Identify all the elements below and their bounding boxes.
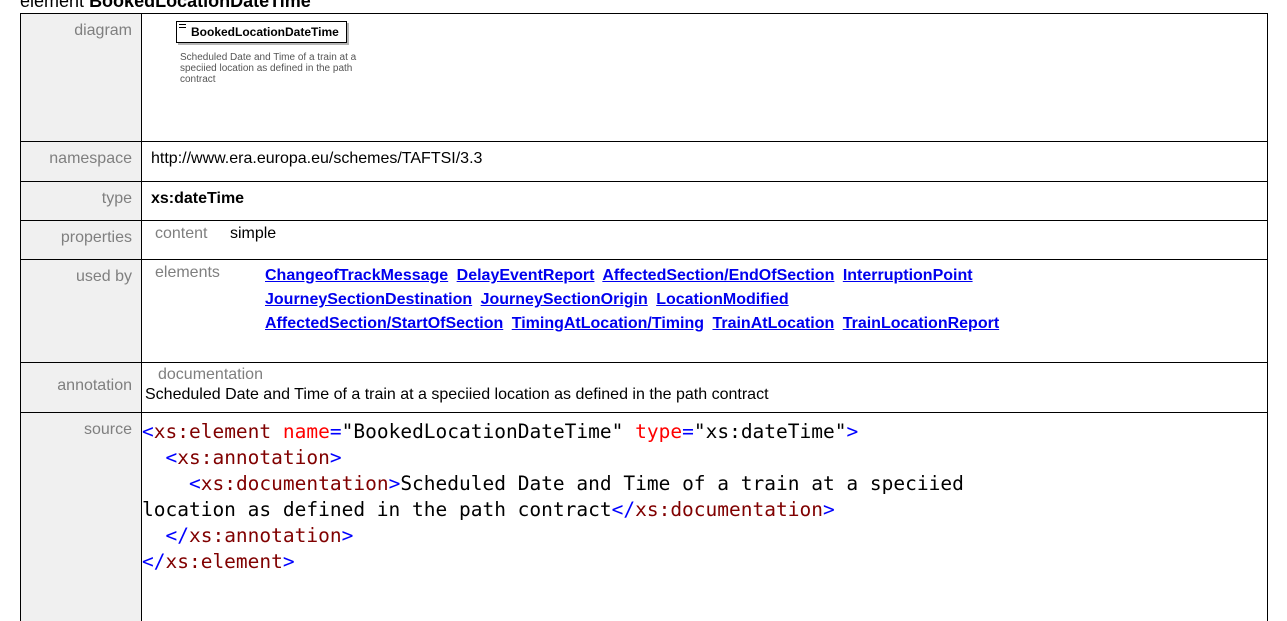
link-delayeventreport[interactable]: DelayEventReport: [457, 267, 595, 284]
annotation-row: annotation documentation Scheduled Date …: [21, 363, 1268, 413]
link-changeoftrackmessage[interactable]: ChangeofTrackMessage: [265, 267, 448, 284]
source-label: source: [21, 413, 142, 621]
element-caption: element BookedLocationDateTime: [20, 0, 311, 11]
caption-element-name: BookedLocationDateTime: [89, 0, 311, 11]
type-row: type xs:dateTime: [21, 182, 1268, 221]
namespace-value: http://www.era.europa.eu/schemes/TAFTSI/…: [142, 142, 1268, 182]
properties-key: content: [155, 225, 207, 242]
diagram-description: Scheduled Date and Time of a train at a …: [180, 52, 380, 85]
diagram-element-box[interactable]: BookedLocationDateTime: [176, 21, 347, 43]
element-lines-icon: [179, 24, 186, 30]
annotation-text: Scheduled Date and Time of a train at a …: [145, 385, 1257, 405]
source-code: <xs:element name="BookedLocationDateTime…: [142, 413, 1268, 621]
link-affectedsection-endofsection[interactable]: AffectedSection/EndOfSection: [602, 267, 834, 284]
properties-label: properties: [21, 221, 142, 260]
diagram-label: diagram: [21, 14, 142, 142]
caption-prefix: element: [20, 0, 84, 11]
type-label: type: [21, 182, 142, 221]
code-line-6: </xs:element>: [142, 549, 1267, 575]
code-line-2: <xs:annotation>: [142, 445, 1267, 471]
properties-value: simple: [230, 225, 276, 242]
properties-row: properties content simple: [21, 221, 1268, 260]
link-affectedsection-startofsection[interactable]: AffectedSection/StartOfSection: [265, 315, 503, 332]
code-line-3: <xs:documentation>Scheduled Date and Tim…: [142, 471, 1267, 497]
link-trainlocationreport[interactable]: TrainLocationReport: [843, 315, 999, 332]
annotation-label: annotation: [21, 363, 142, 413]
namespace-label: namespace: [21, 142, 142, 182]
namespace-row: namespace http://www.era.europa.eu/schem…: [21, 142, 1268, 182]
link-interruptionpoint[interactable]: InterruptionPoint: [843, 267, 973, 284]
used-by-key: elements: [151, 264, 265, 336]
diagram-box-title: BookedLocationDateTime: [191, 25, 339, 39]
annotation-key: documentation: [151, 365, 1257, 385]
link-timingatlocation-timing[interactable]: TimingAtLocation/Timing: [512, 315, 704, 332]
source-row: source <xs:element name="BookedLocationD…: [21, 413, 1268, 621]
element-doc-table: diagram BookedLocationDateTime Scheduled…: [20, 13, 1268, 621]
used-by-label: used by: [21, 260, 142, 363]
code-line-4: location as defined in the path contract…: [142, 497, 1267, 523]
link-locationmodified[interactable]: LocationModified: [656, 291, 788, 308]
used-by-links: ChangeofTrackMessage DelayEventReport Af…: [265, 264, 1003, 336]
link-trainatlocation[interactable]: TrainAtLocation: [712, 315, 834, 332]
code-line-5: </xs:annotation>: [142, 523, 1267, 549]
diagram-row: diagram BookedLocationDateTime Scheduled…: [21, 14, 1268, 142]
link-journeysectionorigin[interactable]: JourneySectionOrigin: [481, 291, 648, 308]
used-by-row: used by elements ChangeofTrackMessage De…: [21, 260, 1268, 363]
type-value: xs:dateTime: [142, 182, 1268, 221]
link-journeysectiondestination[interactable]: JourneySectionDestination: [265, 291, 472, 308]
code-line-1: <xs:element name="BookedLocationDateTime…: [142, 419, 1267, 445]
